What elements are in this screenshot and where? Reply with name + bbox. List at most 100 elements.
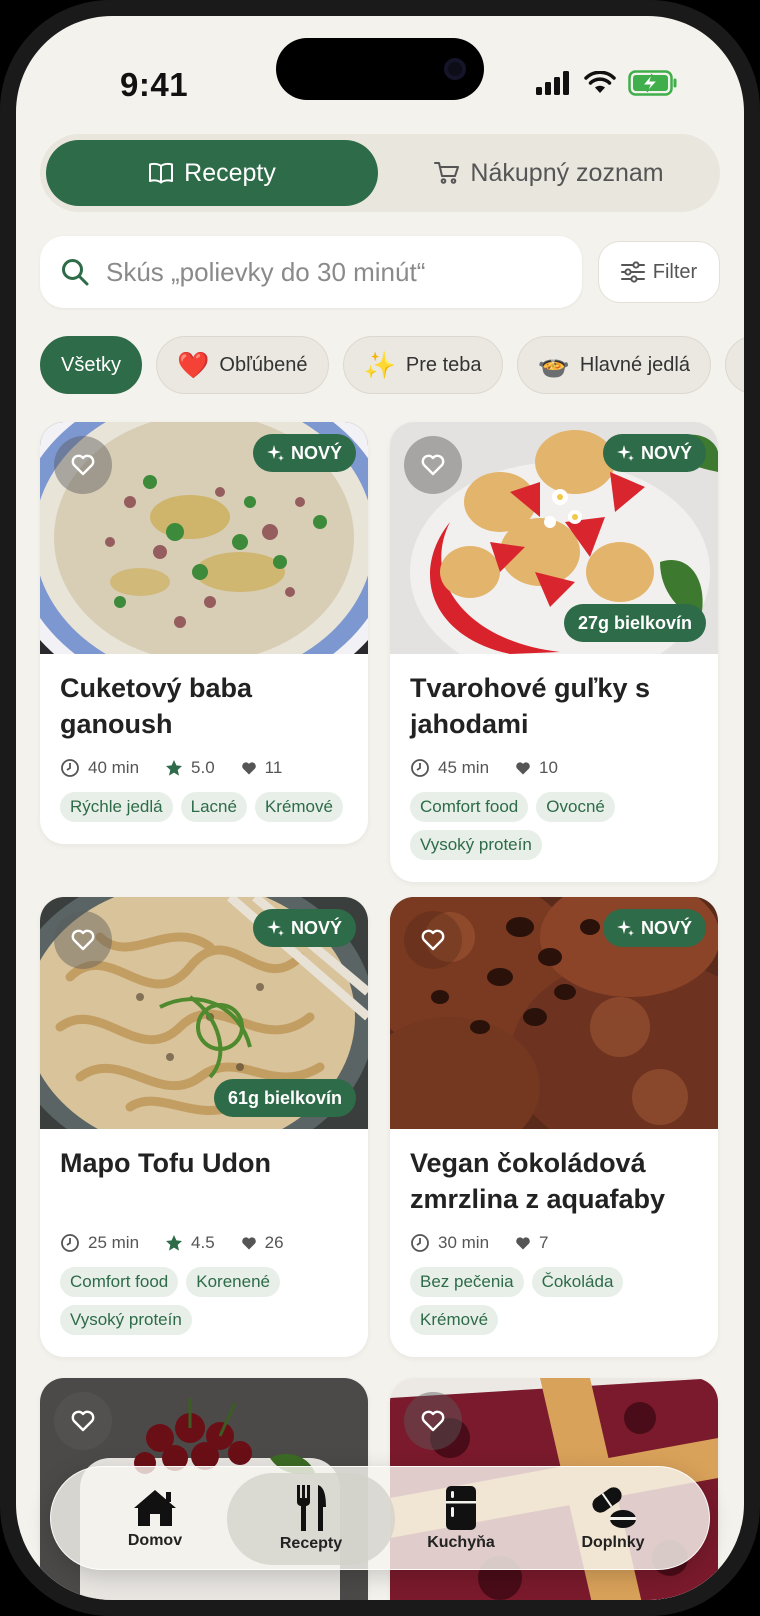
- camera-icon: [444, 58, 466, 80]
- recipe-card[interactable]: NOVÝ 61g bielkovín Mapo Tofu Udon 25 min…: [40, 897, 368, 1357]
- recipe-time: 25 min: [88, 1233, 140, 1252]
- new-badge-label: NOVÝ: [290, 442, 342, 463]
- recipe-card[interactable]: NOVÝ Vegan čokoládová zmrzlina z aquafab…: [390, 897, 718, 1357]
- recipe-image: NOVÝ 27g bielkovín: [390, 422, 718, 682]
- tab-home[interactable]: Domov: [71, 1473, 239, 1565]
- tag[interactable]: Krémové: [410, 1305, 499, 1335]
- chip-main-dishes[interactable]: 🍲 Hlavné jedlá: [516, 336, 711, 394]
- chip-label: Obľúbené: [219, 353, 308, 376]
- recipe-rating: 5.0: [191, 758, 215, 777]
- recipe-meta: 25 min 4.5 26: [60, 1233, 348, 1253]
- tab-supplements[interactable]: Doplnky: [529, 1473, 697, 1565]
- recipe-meta: 45 min 10: [410, 758, 698, 778]
- recipe-meta: 40 min 5.0 11: [60, 758, 348, 778]
- tab-kitchen[interactable]: Kuchyňa: [377, 1473, 545, 1565]
- recipe-card[interactable]: NOVÝ Cuketový baba ganoush 40 min 5.0 11…: [40, 422, 368, 844]
- dynamic-island: [276, 38, 484, 100]
- tag[interactable]: Comfort food: [410, 792, 529, 822]
- chip-all[interactable]: Všetky: [40, 336, 143, 394]
- recipe-title: Vegan čokoládová zmrzlina z aquafaby: [410, 1148, 666, 1214]
- chip-label: Pre teba: [405, 353, 482, 376]
- heart-icon: [516, 1236, 530, 1249]
- tag[interactable]: Čokoláda: [531, 1267, 624, 1297]
- tag[interactable]: Rýchle jedlá: [60, 792, 173, 822]
- recipe-time: 40 min: [88, 758, 140, 777]
- recipe-time: 45 min: [438, 758, 490, 777]
- tag[interactable]: Lacné: [180, 792, 247, 822]
- favorite-button[interactable]: [404, 911, 462, 969]
- tab-label: Kuchyňa: [427, 1534, 495, 1551]
- battery-charging-icon: [628, 70, 677, 96]
- tag[interactable]: Korenené: [186, 1267, 280, 1297]
- recipe-tags: Comfort food Ovocné Vysoký proteín: [410, 792, 698, 860]
- recipe-title: Cuketový baba ganoush: [60, 673, 253, 739]
- bowl-emoji-icon: 🍲: [537, 350, 570, 380]
- recipe-likes: 11: [264, 758, 283, 777]
- sparkle-icon: [616, 445, 634, 461]
- status-icons: [536, 70, 678, 96]
- heart-icon: [241, 761, 256, 774]
- tag[interactable]: Ovocné: [536, 792, 615, 822]
- search-bar: [40, 236, 582, 308]
- clock-icon: [411, 1234, 429, 1252]
- fork-knife-icon: [297, 1485, 326, 1531]
- heart-outline-icon: [71, 454, 95, 476]
- recipe-title: Tvarohové guľky s jahodami: [410, 673, 650, 739]
- filter-label: Filter: [652, 260, 698, 283]
- tab-shopping-list[interactable]: Nákupný zoznam: [384, 140, 714, 206]
- chip-favorites[interactable]: ❤️ Obľúbené: [156, 336, 329, 394]
- search-input[interactable]: [106, 256, 556, 288]
- category-chips: Všetky ❤️ Obľúbené ✨ Pre teba 🍲 Hlavné j…: [40, 336, 744, 394]
- clock-icon: [411, 759, 429, 777]
- tab-label: Domov: [127, 1532, 183, 1549]
- recipe-likes: 10: [539, 758, 558, 777]
- tag[interactable]: Krémové: [254, 792, 343, 822]
- phone-frame: 9:41 Recepty Nákupný zoznam Skús „poliev…: [0, 0, 760, 1616]
- tag[interactable]: Bez pečenia: [410, 1267, 524, 1297]
- tab-shopping-list-label: Nákupný zoznam: [470, 158, 664, 187]
- new-badge: NOVÝ: [602, 909, 706, 947]
- protein-badge: 61g bielkovín: [213, 1079, 356, 1117]
- recipe-meta: 30 min 7: [410, 1233, 698, 1253]
- sliders-icon: [620, 261, 645, 283]
- bottom-tab-bar: Domov Recepty Kuchyňa Doplnky: [50, 1466, 710, 1570]
- tab-recipes[interactable]: Recepty: [46, 140, 378, 206]
- favorite-button[interactable]: [54, 436, 112, 494]
- view-segmented-control: Recepty Nákupný zoznam: [40, 134, 720, 212]
- heart-outline-icon: [421, 929, 445, 951]
- search-icon: [62, 259, 89, 286]
- chip-partial[interactable]: [724, 336, 744, 394]
- book-icon: [149, 162, 174, 184]
- favorite-button[interactable]: [54, 911, 112, 969]
- signal-icon: [536, 71, 569, 95]
- wifi-icon: [584, 71, 616, 93]
- tag[interactable]: Vysoký proteín: [60, 1305, 192, 1335]
- favorite-button[interactable]: [404, 1392, 462, 1450]
- sparkle-icon: [266, 920, 284, 936]
- recipe-tags: Bez pečenia Čokoláda Krémové: [410, 1267, 698, 1335]
- recipe-image: NOVÝ 61g bielkovín: [40, 897, 368, 1167]
- filter-button[interactable]: Filter: [598, 241, 720, 303]
- heart-outline-icon: [421, 1410, 445, 1432]
- tag[interactable]: Comfort food: [60, 1267, 179, 1297]
- heart-icon: [241, 1236, 256, 1249]
- favorite-button[interactable]: [54, 1392, 112, 1450]
- tab-recipes-label: Recepty: [184, 158, 276, 187]
- cart-icon: [434, 162, 460, 184]
- heart-outline-icon: [421, 454, 445, 476]
- new-badge: NOVÝ: [252, 909, 356, 947]
- new-badge: NOVÝ: [252, 434, 356, 472]
- chip-label: Všetky: [61, 353, 122, 376]
- recipe-card[interactable]: NOVÝ 27g bielkovín Tvarohové guľky s jah…: [390, 422, 718, 882]
- chip-for-you[interactable]: ✨ Pre teba: [342, 336, 503, 394]
- heart-icon: [516, 761, 530, 774]
- tag[interactable]: Vysoký proteín: [410, 830, 542, 860]
- status-time: 9:41: [120, 66, 189, 103]
- sparkle-icon: [266, 445, 284, 461]
- app-screen: 9:41 Recepty Nákupný zoznam Skús „poliev…: [16, 16, 744, 1600]
- favorite-button[interactable]: [404, 436, 462, 494]
- tab-recipes-nav[interactable]: Recepty: [227, 1473, 395, 1565]
- clock-icon: [61, 759, 79, 777]
- new-badge-label: NOVÝ: [640, 917, 692, 938]
- star-icon: [166, 760, 183, 776]
